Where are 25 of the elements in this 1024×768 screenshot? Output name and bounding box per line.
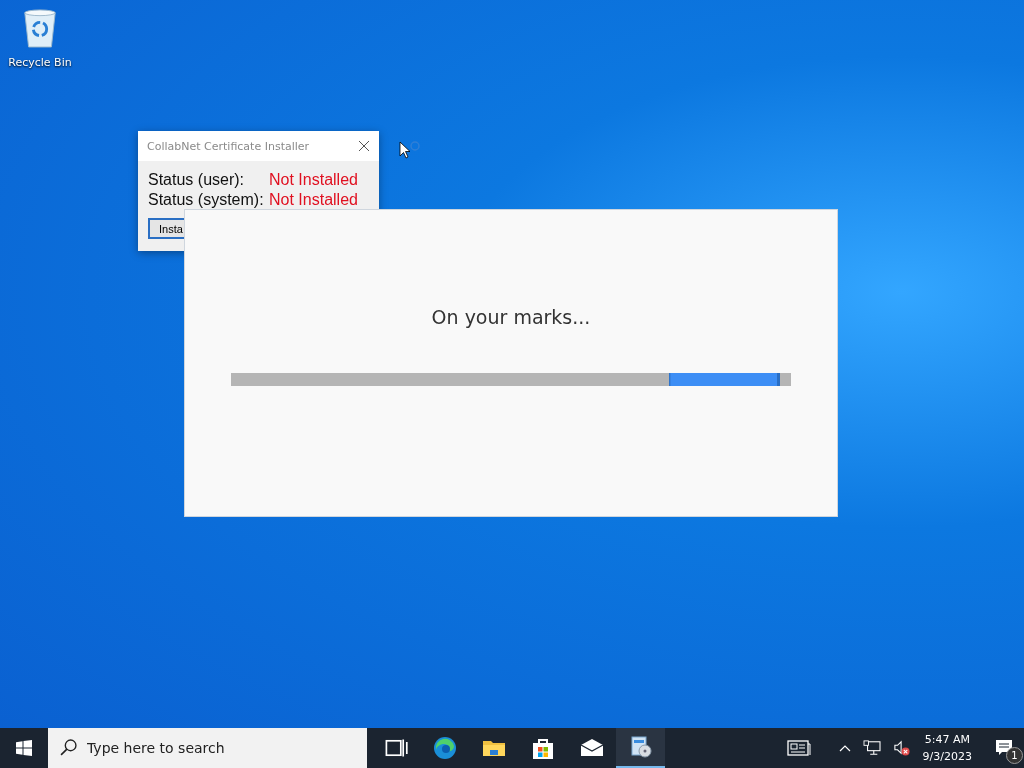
network-icon[interactable] bbox=[862, 740, 881, 756]
window-title: CollabNet Certificate Installer bbox=[147, 139, 310, 153]
browser-icon bbox=[432, 736, 457, 760]
status-label: Status (user): bbox=[148, 170, 246, 190]
close-icon[interactable] bbox=[359, 141, 369, 151]
install-button[interactable]: Insta bbox=[148, 218, 184, 239]
clock-time: 5:47 AM bbox=[924, 732, 970, 748]
clock-button[interactable]: 5:47 AM 9/3/2023 bbox=[922, 731, 972, 765]
chevron-up-icon[interactable] bbox=[838, 744, 851, 752]
taskbar-app-button[interactable] bbox=[616, 728, 665, 768]
status-value: Not Installed bbox=[269, 190, 358, 210]
status-value: Not Installed bbox=[269, 170, 358, 190]
news-icon[interactable] bbox=[786, 739, 811, 757]
windows-start-icon[interactable] bbox=[16, 740, 32, 756]
desktop-icon-label[interactable]: Recycle Bin bbox=[8, 56, 72, 69]
shopping-bag-icon bbox=[530, 736, 555, 760]
status-label: Status (system): bbox=[148, 190, 265, 210]
recycle-bin-icon[interactable] bbox=[21, 6, 59, 50]
progress-message: On your marks... bbox=[431, 306, 591, 328]
search-field[interactable]: Type here to search bbox=[48, 728, 367, 768]
installer-icon bbox=[628, 735, 653, 759]
notification-count: 1 bbox=[1006, 747, 1023, 764]
search-icon bbox=[60, 739, 77, 756]
speaker-muted-icon[interactable] bbox=[892, 740, 911, 756]
clock-date: 9/3/2023 bbox=[922, 749, 972, 765]
